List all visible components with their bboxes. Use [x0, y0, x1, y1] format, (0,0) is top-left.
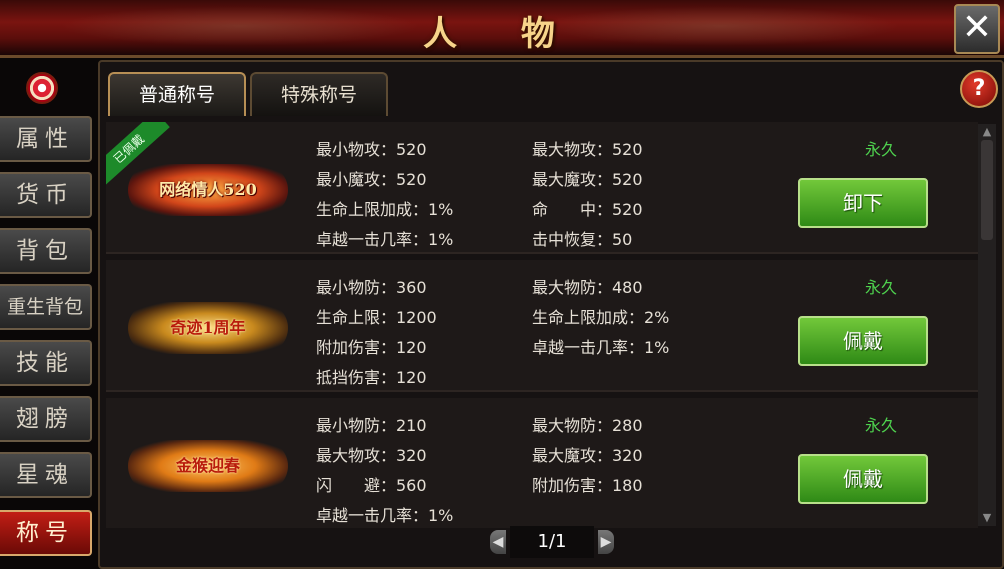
title-badge-image: 奇迹1周年: [128, 302, 288, 354]
sidebar-item-rebirth-bag[interactable]: 重生背包: [0, 284, 92, 330]
stat-text: 闪 避：560: [316, 476, 427, 495]
prev-page-icon[interactable]: ◀: [490, 530, 506, 554]
duration-label: 永久: [864, 140, 897, 159]
question-icon: ?: [972, 76, 986, 101]
scroll-thumb[interactable]: [981, 140, 993, 240]
stat-text: 最大物防：480: [532, 278, 643, 297]
stat-text: 最小物防：360: [316, 278, 427, 297]
sidebar-item-star-soul[interactable]: 星魂: [0, 452, 92, 498]
stat-text: 生命上限加成：2%: [532, 308, 670, 327]
help-button[interactable]: ?: [960, 70, 998, 108]
stat-text: 最小物攻：520: [316, 140, 427, 159]
title-badge-area: 网络情人520 已佩戴: [106, 122, 306, 254]
equip-button[interactable]: 佩戴: [798, 454, 928, 504]
sidebar-item-attributes[interactable]: 属性: [0, 116, 92, 162]
title-badge-area: 金猴迎春: [106, 398, 306, 528]
sidebar-item-titles[interactable]: 称号: [0, 510, 92, 556]
sidebar-item-bag[interactable]: 背包: [0, 228, 92, 274]
page-indicator: 1/1: [510, 526, 594, 558]
title-badge-image: 网络情人520: [128, 164, 288, 216]
stat-text: 最大物攻：520: [532, 140, 643, 159]
title-row: 网络情人520 已佩戴 最小物攻：520 最大物攻：520 最小魔攻：520 最…: [106, 122, 978, 254]
title-bar: 人 物: [0, 0, 1004, 58]
settings-icon[interactable]: [26, 72, 58, 104]
stat-text: 卓越一击几率：1%: [316, 230, 454, 249]
stat-text: 生命上限：1200: [316, 308, 437, 327]
title-row: 金猴迎春 最小物防：210 最大物防：280 最大物攻：320 最大魔攻：320…: [106, 398, 978, 528]
unequip-button[interactable]: 卸下: [798, 178, 928, 228]
title-row: 奇迹1周年 最小物防：360 最大物防：480 生命上限：1200 生命上限加成…: [106, 260, 978, 392]
stat-text: 生命上限加成：1%: [316, 200, 454, 219]
stat-text: 附加伤害：180: [532, 476, 643, 495]
scrollbar[interactable]: ▲ ▼: [978, 124, 996, 526]
equip-button[interactable]: 佩戴: [798, 316, 928, 366]
sidebar-item-currency[interactable]: 货币: [0, 172, 92, 218]
stat-text: 附加伤害：120: [316, 338, 427, 357]
stat-text: 最大魔攻：320: [532, 446, 643, 465]
stat-text: 最小魔攻：520: [316, 170, 427, 189]
close-icon: ✕: [961, 7, 993, 48]
stat-text: 最大物攻：320: [316, 446, 427, 465]
sidebar: 属性 货币 背包 重生背包 技能 翅膀 星魂 称号: [0, 62, 96, 569]
stat-text: 击中恢复：50: [532, 230, 633, 249]
window-title: 人 物: [423, 14, 581, 54]
title-badge-area: 奇迹1周年: [106, 260, 306, 392]
sidebar-item-skills[interactable]: 技能: [0, 340, 92, 386]
duration-label: 永久: [864, 278, 897, 297]
tab-normal-titles[interactable]: 普通称号: [108, 72, 246, 116]
duration-label: 永久: [864, 416, 897, 435]
stat-text: 卓越一击几率：1%: [532, 338, 670, 357]
sidebar-item-wings[interactable]: 翅膀: [0, 396, 92, 442]
titles-panel: 普通称号 特殊称号 ? 网络情人520 已佩戴 最小物攻：520 最大物攻：52…: [98, 60, 1004, 569]
tab-special-titles[interactable]: 特殊称号: [250, 72, 388, 116]
pager: ◀ 1/1 ▶: [490, 526, 614, 558]
scroll-down-icon[interactable]: ▼: [980, 512, 994, 524]
stat-text: 抵挡伤害：120: [316, 368, 427, 387]
next-page-icon[interactable]: ▶: [598, 530, 614, 554]
stat-text: 命 中：520: [532, 200, 643, 219]
title-list: 网络情人520 已佩戴 最小物攻：520 最大物攻：520 最小魔攻：520 最…: [106, 122, 978, 528]
title-badge-image: 金猴迎春: [128, 440, 288, 492]
stat-text: 最小物防：210: [316, 416, 427, 435]
stat-text: 卓越一击几率：1%: [316, 506, 454, 525]
stat-text: 最大魔攻：520: [532, 170, 643, 189]
close-button[interactable]: ✕: [954, 4, 1000, 54]
stat-text: 最大物防：280: [532, 416, 643, 435]
scroll-up-icon[interactable]: ▲: [980, 126, 994, 138]
